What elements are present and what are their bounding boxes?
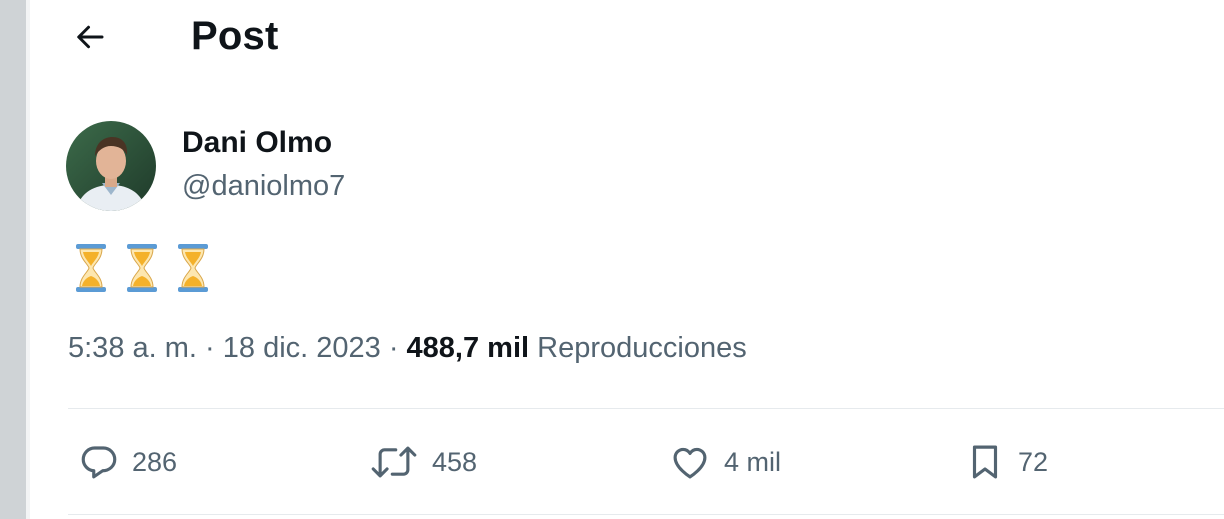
reply-icon [78,441,120,483]
arrow-left-icon [72,19,108,60]
reply-button[interactable]: 286 [78,430,177,494]
post-content [74,240,210,296]
action-bar: 286 458 4 mil 72 [0,430,1224,494]
back-button[interactable] [64,18,116,60]
hourglass-icon [74,243,108,293]
author-name[interactable]: Dani Olmo [182,126,332,160]
divider [68,514,1224,515]
post-meta: 5:38 a. m. · 18 dic. 2023 · 488,7 mil Re… [68,332,747,365]
like-button[interactable]: 4 mil [668,430,781,494]
hourglass-icon [176,243,210,293]
post-date[interactable]: 18 dic. 2023 [223,332,381,364]
meta-separator: · [205,332,223,364]
views-label: Reproducciones [537,332,747,364]
repost-count: 458 [432,446,478,477]
bookmark-icon [964,440,1006,484]
post-time[interactable]: 5:38 a. m. [68,332,197,364]
divider [68,408,1224,409]
reply-count: 286 [132,446,178,477]
bookmark-count: 72 [1018,446,1049,477]
like-count: 4 mil [724,446,782,477]
views-count: 488,7 mil [406,332,538,364]
meta-separator: · [388,332,407,364]
hourglass-icon [125,243,159,293]
author-handle[interactable]: @daniolmo7 [182,170,345,203]
heart-icon [668,441,712,483]
repost-button[interactable]: 458 [368,430,477,494]
repost-icon [368,441,420,483]
avatar[interactable] [66,121,156,211]
bookmark-button[interactable]: 72 [964,430,1048,494]
page-title: Post [191,14,279,58]
